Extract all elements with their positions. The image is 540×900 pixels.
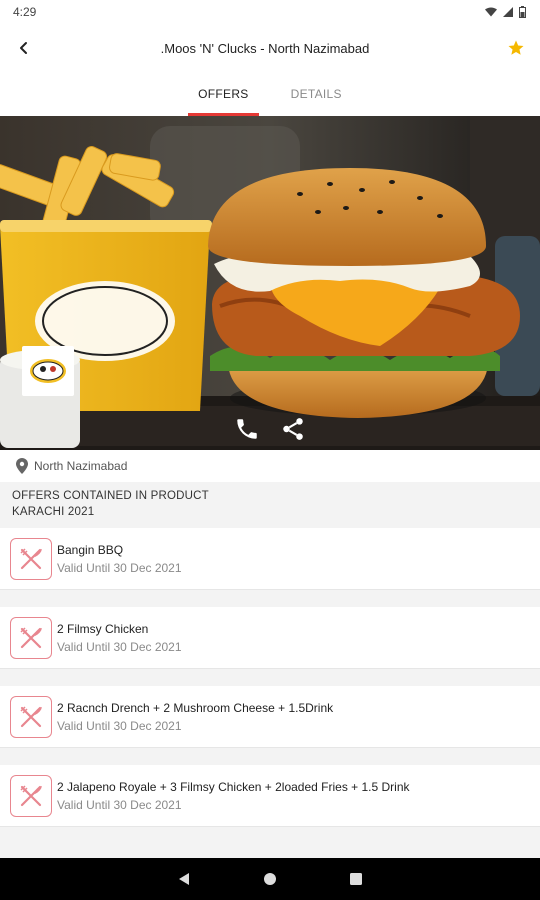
offer-valid-date: Valid Until 30 Dec 2021: [57, 718, 182, 733]
offer-card[interactable]: 2 Racnch Drench + 2 Mushroom Cheese + 1.…: [0, 686, 540, 748]
tab-details[interactable]: DETAILS: [281, 72, 352, 116]
offer-card[interactable]: Bangin BBQ Valid Until 30 Dec 2021: [0, 528, 540, 590]
offer-title: 2 Racnch Drench + 2 Mushroom Cheese + 1.…: [57, 700, 334, 715]
offer-title: Bangin BBQ: [57, 542, 124, 557]
wifi-icon: [485, 7, 497, 17]
system-nav-bar: [0, 858, 540, 900]
offer-title: 2 Filmsy Chicken: [57, 621, 149, 636]
offer-icon: [10, 774, 52, 817]
hero-actions: [232, 414, 308, 444]
offers-section-line2: KARACHI 2021: [12, 506, 95, 518]
battery-icon: [519, 6, 526, 18]
fork-knife-icon: [20, 784, 42, 806]
location-row: North Nazimabad: [0, 450, 540, 482]
offer-icon: [10, 616, 52, 659]
fork-knife-icon: [20, 705, 42, 727]
call-button[interactable]: [232, 414, 262, 444]
nav-home-icon[interactable]: [263, 872, 277, 886]
page-title: .Moos 'N' Clucks - North Nazimabad: [160, 40, 370, 56]
location-label: North Nazimabad: [34, 459, 128, 473]
status-time: 4:29: [13, 5, 37, 19]
offer-title: 2 Jalapeno Royale + 3 Filmsy Chicken + 2…: [57, 779, 410, 794]
status-bar: 4:29: [0, 0, 540, 24]
hero-image: [0, 116, 540, 450]
back-arrow-icon: [20, 42, 27, 54]
offer-text: Bangin BBQ Valid Until 30 Dec 2021: [57, 543, 182, 575]
nav-recents-icon[interactable]: [349, 872, 363, 886]
restaurant-logo: [22, 346, 74, 396]
location-pin-icon: [16, 458, 28, 474]
offer-text: 2 Filmsy Chicken Valid Until 30 Dec 2021: [57, 622, 182, 654]
offers-section-header: OFFERS CONTAINED IN PRODUCT KARACHI 2021: [0, 482, 540, 528]
offer-valid-date: Valid Until 30 Dec 2021: [57, 797, 182, 812]
nav-back-icon[interactable]: [177, 872, 191, 886]
phone-icon: [237, 419, 257, 439]
offers-section-line1: OFFERS CONTAINED IN PRODUCT: [12, 490, 209, 502]
back-button[interactable]: [0, 24, 48, 72]
offer-text: 2 Jalapeno Royale + 3 Filmsy Chicken + 2…: [57, 780, 410, 812]
offer-valid-date: Valid Until 30 Dec 2021: [57, 639, 182, 654]
offer-icon: [10, 695, 52, 738]
restaurant-logo-image: [30, 359, 66, 383]
tab-bar: OFFERS DETAILS: [0, 72, 540, 116]
fork-knife-icon: [20, 626, 42, 648]
offer-card[interactable]: 2 Filmsy Chicken Valid Until 30 Dec 2021: [0, 607, 540, 669]
app-bar: .Moos 'N' Clucks - North Nazimabad: [0, 24, 540, 72]
offer-text: 2 Racnch Drench + 2 Mushroom Cheese + 1.…: [57, 701, 333, 733]
status-icons: [485, 6, 526, 18]
offer-card[interactable]: 2 Jalapeno Royale + 3 Filmsy Chicken + 2…: [0, 765, 540, 827]
signal-icon: [503, 7, 513, 17]
fork-knife-icon: [20, 547, 42, 569]
offer-icon: [10, 537, 52, 580]
tab-offers[interactable]: OFFERS: [188, 72, 260, 116]
burger-illustration: [0, 116, 540, 450]
offer-valid-date: Valid Until 30 Dec 2021: [57, 560, 182, 575]
favorite-button[interactable]: [492, 24, 540, 72]
share-icon: [283, 418, 303, 440]
share-button[interactable]: [278, 414, 308, 444]
star-icon: [508, 40, 524, 55]
